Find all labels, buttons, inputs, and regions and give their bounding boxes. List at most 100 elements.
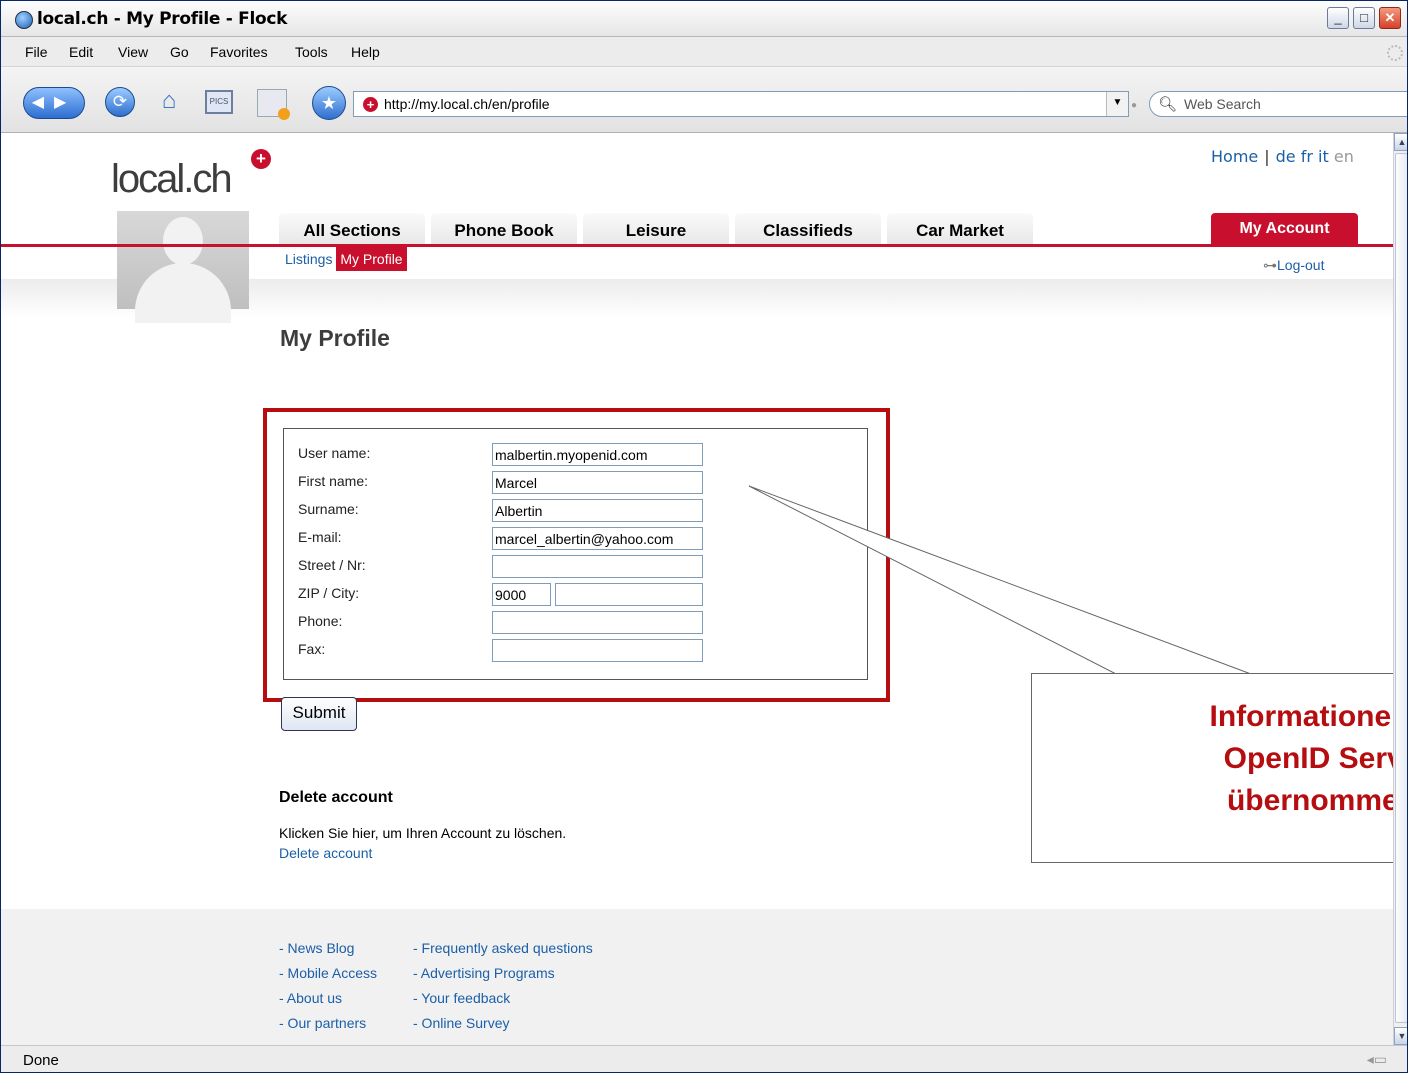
profile-form: User name: malbertin.myopenid.com First … — [283, 428, 868, 680]
label-surname: Surname: — [298, 501, 359, 517]
tab-phone-book[interactable]: Phone Book — [431, 213, 577, 244]
status-text: Done — [23, 1052, 59, 1069]
tab-all-sections[interactable]: All Sections — [279, 213, 425, 244]
menu-help[interactable]: Help — [351, 44, 380, 60]
menu-view[interactable]: View — [118, 44, 148, 60]
maximize-button[interactable]: □ — [1353, 7, 1375, 29]
footer-link-news-blog[interactable]: - News Blog — [279, 940, 354, 956]
logout-icon: ⊶ — [1263, 257, 1277, 273]
phone-field[interactable] — [492, 611, 703, 634]
surname-field[interactable]: Albertin — [492, 499, 703, 522]
footer-link-mobile-access[interactable]: - Mobile Access — [279, 965, 377, 981]
footer-link-our-partners[interactable]: - Our partners — [279, 1015, 366, 1031]
callout-line-1: Informationen a — [1209, 700, 1393, 733]
zip-field[interactable]: 9000 — [492, 583, 551, 606]
browser-window: local.ch - My Profile - Flock _ □ ✕ File… — [0, 0, 1408, 1073]
menu-tools[interactable]: Tools — [295, 44, 328, 60]
footer-link-faq[interactable]: - Frequently asked questions — [413, 940, 593, 956]
subnav-my-profile[interactable]: My Profile — [336, 247, 407, 271]
title-bar: local.ch - My Profile - Flock _ □ ✕ — [1, 1, 1407, 37]
label-zip-city: ZIP / City: — [298, 585, 360, 601]
avatar — [117, 211, 249, 323]
callout-text: Informationen a OpenID Serve übernommen — [1112, 696, 1393, 822]
footer-link-advertising[interactable]: - Advertising Programs — [413, 965, 555, 981]
delete-account-heading: Delete account — [279, 789, 393, 806]
status-resize-icon: ◂▭ — [1366, 1051, 1387, 1067]
logo-plus-icon: + — [251, 149, 271, 169]
menu-go[interactable]: Go — [170, 44, 189, 60]
callout-line-3: übernommen — [1226, 784, 1393, 817]
footer-link-feedback[interactable]: - Your feedback — [413, 990, 510, 1006]
close-button[interactable]: ✕ — [1379, 7, 1401, 29]
site-favicon-icon: + — [363, 97, 378, 112]
back-forward-icon[interactable]: ◀▶ — [23, 87, 85, 119]
home-link[interactable]: Home — [1211, 147, 1258, 166]
avatar-head-shape — [163, 217, 203, 265]
logout-link[interactable]: ⊶Log-out — [1263, 257, 1324, 274]
menu-edit[interactable]: Edit — [69, 44, 93, 60]
status-bar: Done ◂▭ — [1, 1045, 1407, 1072]
fax-field[interactable] — [492, 639, 703, 662]
web-search-input[interactable]: 🔍︎ Web Search — [1149, 91, 1407, 117]
logout-label: Log-out — [1277, 257, 1325, 273]
site-logo[interactable]: local.ch + — [111, 149, 271, 202]
reload-icon[interactable]: ⟳ — [105, 87, 135, 117]
nav-red-line — [1, 244, 1393, 247]
separator-dot-icon: ● — [1131, 100, 1138, 111]
street-field[interactable] — [492, 555, 703, 578]
activity-throbber-icon — [1387, 45, 1403, 61]
avatar-body-shape — [135, 263, 231, 323]
address-bar[interactable]: + http://my.local.ch/en/profile ▼ — [353, 91, 1129, 117]
label-phone: Phone: — [298, 613, 343, 629]
city-field[interactable] — [555, 583, 703, 606]
user-name-field[interactable]: malbertin.myopenid.com — [492, 443, 703, 466]
lang-fr-link[interactable]: fr — [1301, 147, 1313, 166]
callout-line-2: OpenID Serve — [1223, 742, 1393, 775]
footer: - News Blog - Mobile Access - About us -… — [1, 909, 1393, 1045]
url-text[interactable]: http://my.local.ch/en/profile — [384, 96, 549, 112]
lang-it-link[interactable]: it — [1318, 147, 1329, 166]
menu-bar: File Edit View Go Favorites Tools Help — [1, 37, 1407, 67]
annotation-callout: Informationen a OpenID Serve übernommen — [1031, 673, 1393, 863]
address-dropdown-icon[interactable]: ▼ — [1106, 92, 1128, 116]
delete-account-text: Klicken Sie hier, um Ihren Account zu lö… — [279, 825, 567, 841]
tab-leisure[interactable]: Leisure — [583, 213, 729, 244]
label-fax: Fax: — [298, 641, 326, 657]
label-first-name: First name: — [298, 473, 369, 489]
search-icon: 🔍︎ — [1158, 96, 1178, 113]
pics-icon[interactable]: PICS — [205, 90, 233, 114]
vertical-scrollbar[interactable]: ▲ ▼ — [1393, 133, 1407, 1045]
lang-en-current: en — [1333, 147, 1354, 166]
tab-my-account[interactable]: My Account — [1211, 213, 1358, 244]
label-user-name: User name: — [298, 445, 371, 461]
home-icon[interactable]: ⌂ — [154, 87, 184, 117]
logo-text: local.ch — [111, 157, 233, 201]
first-name-field[interactable]: Marcel — [492, 471, 703, 494]
page-title: My Profile — [280, 325, 390, 351]
lang-de-link[interactable]: de — [1276, 147, 1296, 166]
email-field[interactable]: marcel_albertin@yahoo.com — [492, 527, 703, 550]
star-icon[interactable]: ★ — [312, 86, 346, 120]
scroll-down-icon[interactable]: ▼ — [1394, 1027, 1407, 1045]
subnav: Listings My Profile — [285, 247, 407, 271]
footer-link-about-us[interactable]: - About us — [279, 990, 342, 1006]
submit-button[interactable]: Submit — [281, 697, 357, 731]
language-links: Home | de fr it en — [1211, 147, 1354, 166]
tab-classifieds[interactable]: Classifieds — [735, 213, 881, 244]
window-title: local.ch - My Profile - Flock — [37, 9, 288, 29]
footer-link-survey[interactable]: - Online Survey — [413, 1015, 509, 1031]
page-content: local.ch + Home | de fr it en All Sections… — [1, 133, 1393, 1045]
blog-icon[interactable] — [257, 89, 290, 120]
scroll-up-icon[interactable]: ▲ — [1394, 133, 1407, 151]
scroll-thumb[interactable] — [1395, 153, 1407, 1023]
tab-car-market[interactable]: Car Market — [887, 213, 1033, 244]
flock-app-icon — [15, 11, 33, 29]
delete-account-link[interactable]: Delete account — [279, 845, 372, 861]
minimize-button[interactable]: _ — [1327, 7, 1349, 29]
divider: | — [1264, 147, 1270, 166]
label-street: Street / Nr: — [298, 557, 366, 573]
subnav-listings[interactable]: Listings — [285, 251, 332, 267]
navigation-toolbar: ◀▶ ⟳ ⌂ PICS ★ + http://my.local.ch/en/pr… — [1, 67, 1407, 133]
menu-file[interactable]: File — [25, 44, 48, 60]
menu-favorites[interactable]: Favorites — [210, 44, 268, 60]
